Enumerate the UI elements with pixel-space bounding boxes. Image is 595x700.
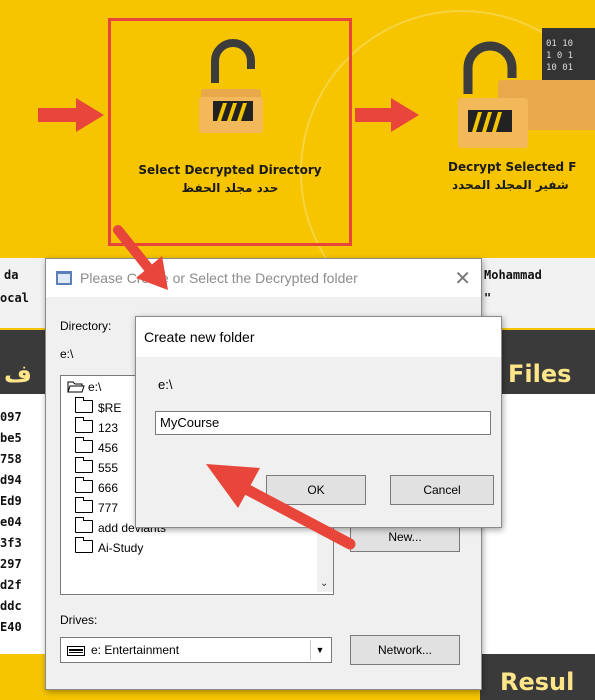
info-left-row2: ocal (0, 291, 29, 305)
folder-icon (75, 457, 93, 473)
drive-select-value: e: Entertainment (91, 643, 180, 657)
hash-row: d94 (0, 473, 22, 487)
step1-title: Select Decrypted Directory (138, 163, 322, 177)
svg-text:01 10: 01 10 (546, 39, 573, 49)
results-band-title: Resul (500, 668, 575, 696)
list-item[interactable]: e:\ (67, 380, 101, 399)
svg-text:10 01: 10 01 (546, 63, 573, 73)
hash-row: be5 (0, 431, 22, 445)
folder-name: $RE (98, 401, 122, 415)
folder-name-input[interactable]: MyCourse (155, 411, 491, 435)
hash-row: e04 (0, 515, 22, 529)
folder-icon (75, 497, 93, 513)
folder-icon (75, 397, 93, 413)
step2-title: Decrypt Selected F (448, 160, 577, 174)
network-button[interactable]: Network... (350, 635, 460, 665)
folder-icon (75, 437, 93, 453)
chevron-down-icon[interactable]: ⌄ (320, 578, 328, 589)
folder-name: 123 (98, 421, 119, 435)
folder-icon (75, 477, 93, 493)
hash-row: 758 (0, 452, 22, 466)
folder-name: 666 (98, 481, 119, 495)
folder-name: 456 (98, 441, 119, 455)
directory-label: Directory: (60, 319, 112, 333)
create-folder-titlebar[interactable]: Create new folder (136, 317, 501, 357)
annotation-arrow-top (113, 225, 168, 290)
open-folder-icon (67, 381, 85, 393)
step1-subtitle: حدد مجلد الحفظ (181, 181, 279, 195)
hash-row: 3f3 (0, 536, 22, 550)
info-left-row1: da (4, 268, 19, 282)
drive-icon (67, 646, 85, 656)
hash-row: Ed9 (0, 494, 22, 508)
folder-name: 777 (98, 501, 119, 515)
step-select-decrypted-directory[interactable]: Select Decrypted Directory حدد مجلد الحف… (108, 18, 352, 246)
folder-icon (75, 517, 93, 533)
info-name: Mohammad (484, 268, 542, 282)
hash-row: 097 (0, 410, 22, 424)
folder-icon (75, 537, 93, 553)
drive-select[interactable]: e: Entertainment ▼ (60, 637, 332, 663)
folder-name: Ai-Study (98, 541, 144, 555)
unlocked-folder-icon (199, 39, 263, 133)
hash-row: d2f (0, 578, 22, 592)
directory-value: e:\ (60, 347, 74, 361)
folder-icon (75, 417, 93, 433)
hash-column: 097 be5 758 d94 Ed9 e04 3f3 297 d2f ddc … (0, 410, 44, 641)
create-folder-path: e:\ (158, 377, 173, 392)
close-icon[interactable]: ✕ (454, 266, 471, 291)
files-band-title: Files (508, 360, 572, 388)
create-folder-title: Create new folder (144, 329, 255, 345)
step2-subtitle: شفير المجلد المحدد (452, 178, 569, 192)
flow-arrow-left (38, 98, 104, 132)
svg-text:1 0 1: 1 0 1 (546, 51, 573, 61)
cancel-button[interactable]: Cancel (390, 475, 494, 505)
dropdown-arrow-icon[interactable]: ▼ (310, 640, 329, 660)
flow-arrow-middle (355, 98, 419, 132)
hash-row: 297 (0, 557, 22, 571)
folder-name: e:\ (88, 380, 102, 394)
app-window-icon (56, 271, 72, 285)
decrypt-folder-icon: 01 10 1 0 1 10 01 (458, 28, 595, 148)
drives-label: Drives: (60, 613, 98, 627)
hash-row: ddc (0, 599, 22, 613)
files-band-left-text: ف (4, 360, 32, 388)
info-right-row2: " (484, 291, 492, 305)
folder-name: 555 (98, 461, 119, 475)
annotation-arrow-bottom (206, 464, 356, 550)
hash-row: E40 (0, 620, 22, 634)
list-item[interactable]: Ai-Study (75, 537, 144, 559)
